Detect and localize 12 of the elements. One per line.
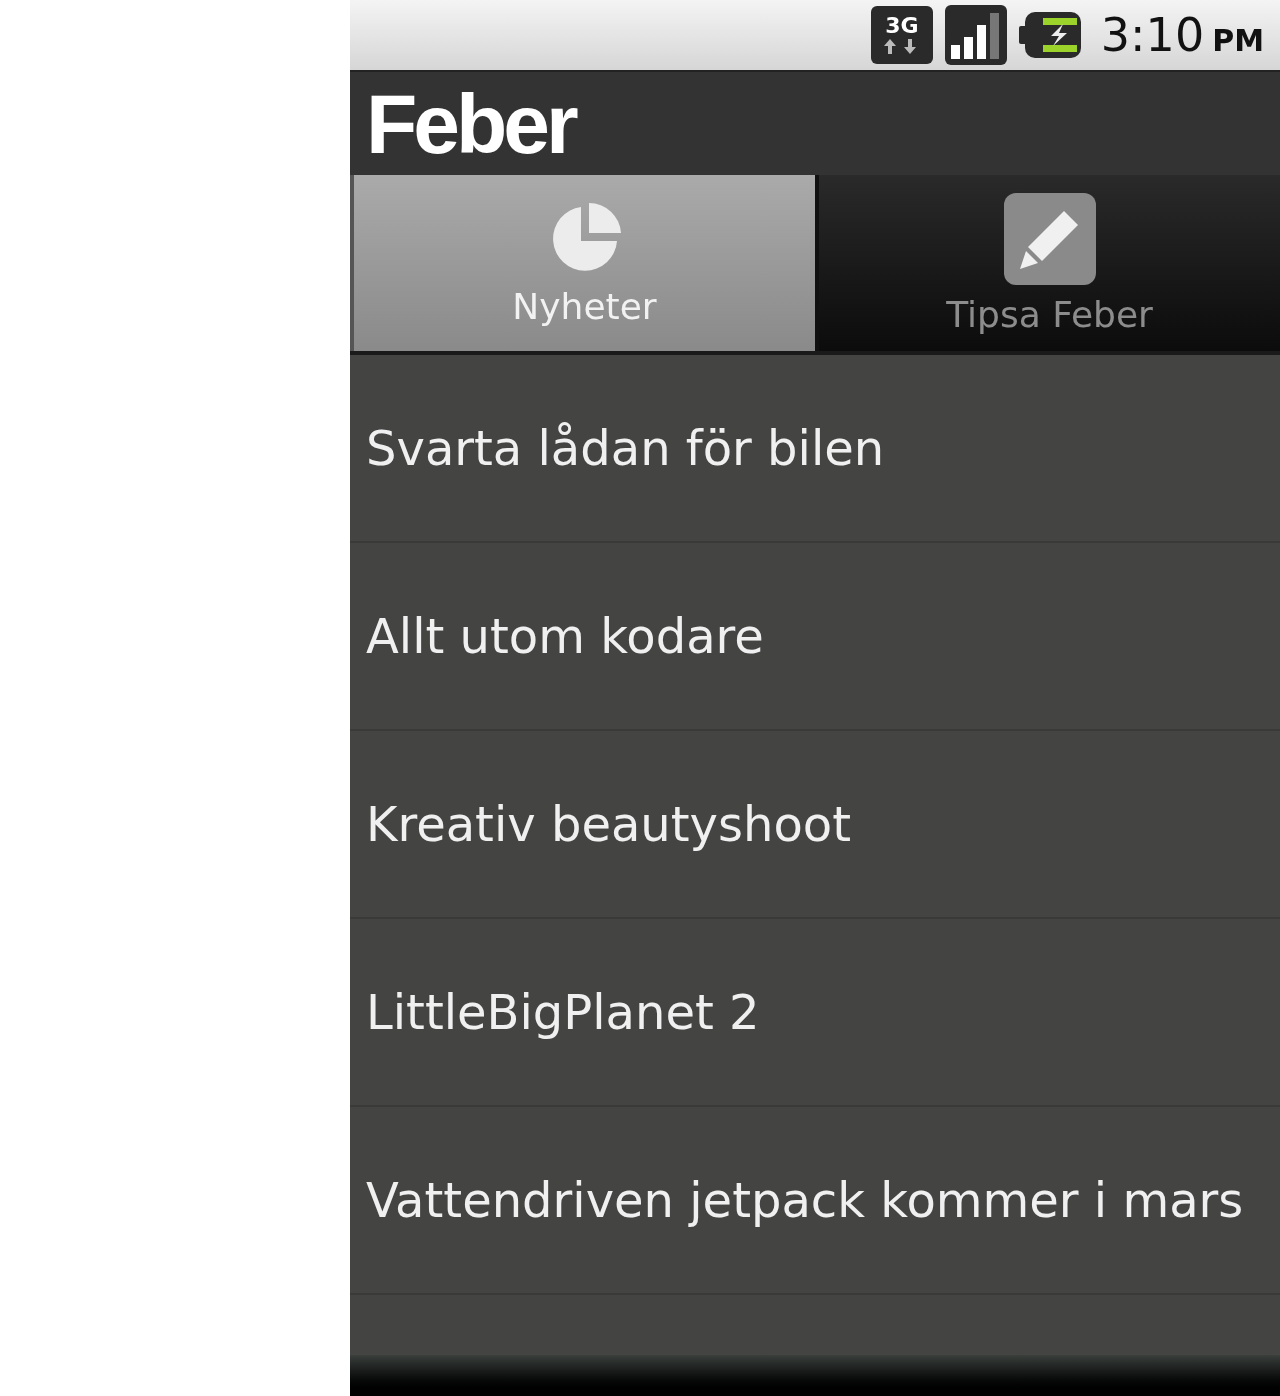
pencil-icon	[1003, 193, 1096, 285]
article-row[interactable]: Allt utom kodare	[350, 543, 1280, 731]
battery-charging-icon	[1018, 12, 1081, 58]
article-row[interactable]: Svarta lådan för bilen	[350, 355, 1280, 543]
article-row[interactable]: Kreativ beautyshoot	[350, 731, 1280, 919]
article-row[interactable]: LittleBigPlanet 2	[350, 919, 1280, 1107]
article-row[interactable]: Vattendriven jetpack kommer i mars	[350, 1107, 1280, 1295]
clock-period: PM	[1212, 26, 1264, 56]
clock-time: 3:10	[1100, 12, 1205, 58]
signal-icon	[944, 5, 1007, 65]
app-logo: Feber	[365, 75, 577, 173]
network-type: 3G	[885, 15, 919, 37]
